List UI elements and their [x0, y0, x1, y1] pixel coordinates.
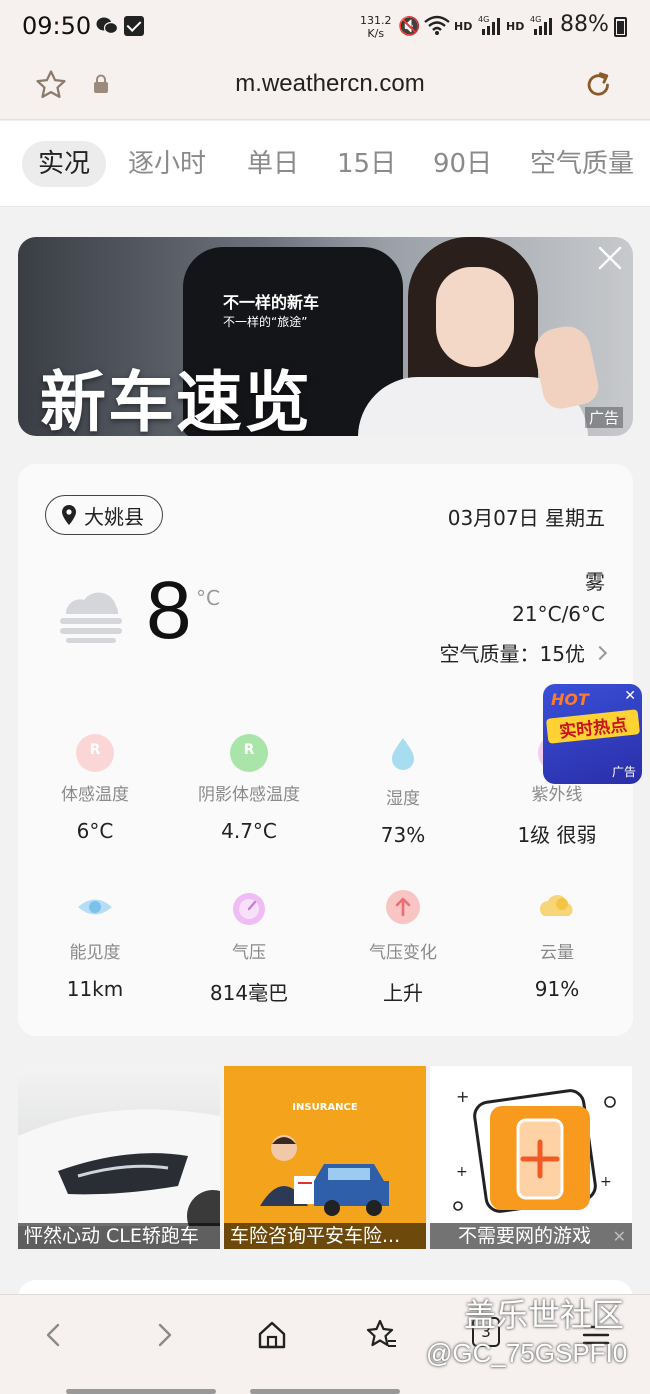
close-float-ad-icon[interactable]: ✕ [624, 688, 636, 704]
location-button[interactable]: 大姚县 [45, 495, 163, 535]
metric-pressure-change: 气压变化 上升 [326, 888, 480, 1006]
game-app-illustration: + + + [453, 1087, 616, 1213]
insurance-illustration [260, 1135, 389, 1216]
tab-15day[interactable]: 15日 [337, 141, 396, 187]
tab-daily[interactable]: 单日 [247, 141, 299, 187]
pressure-up-icon [386, 890, 420, 924]
lock-icon[interactable] [92, 74, 110, 94]
cloud-cover-icon [539, 894, 573, 916]
air-quality-link[interactable]: 空气质量：15优 [439, 638, 608, 667]
ad-tile-game[interactable]: + + + 不需要网的游戏 ✕ [430, 1066, 632, 1249]
battery-icon [614, 17, 627, 37]
tab-live[interactable]: 实况 [22, 141, 107, 187]
hot-ad-title: HOT [551, 690, 589, 709]
hot-news-float-ad[interactable]: HOT 实时热点 ✕ 广告 [543, 684, 642, 784]
model-image [348, 237, 608, 436]
reload-icon[interactable] [582, 68, 616, 102]
address-bar: m.weathercn.com [0, 56, 650, 120]
ad-tile-car[interactable]: 怦然心动 CLE轿跑车 [18, 1066, 220, 1249]
network-speed: 131.2 K/s [360, 14, 392, 40]
shade-feels-like-icon: R [230, 734, 268, 772]
tab-90day[interactable]: 90日 [433, 141, 492, 187]
watermark-user: @GC_75GSPFI0 [426, 1338, 628, 1368]
svg-text:4G: 4G [478, 15, 489, 24]
weather-tabs: 实况 逐小时 单日 15日 90日 空气质量 [0, 121, 650, 207]
metric-humidity: 湿度 73% [326, 734, 480, 847]
signal-4g-icon: 4G [478, 15, 500, 35]
url-field[interactable]: m.weathercn.com [160, 70, 500, 98]
wechat-icon [96, 17, 118, 35]
banner-ad-line2: 不一样的“旅途” [223, 315, 308, 329]
metric-pressure: 气压 814毫巴 [172, 888, 326, 1006]
feels-like-icon: R [76, 734, 114, 772]
air-quality-text: 空气质量：15优 [439, 642, 585, 666]
location-name: 大姚县 [84, 504, 144, 529]
watermark-community: 盖乐世社区 [464, 1296, 625, 1334]
mute-icon: 🔇 [398, 16, 421, 37]
bookmarks-icon[interactable] [360, 1315, 400, 1355]
ad-caption: 怦然心动 CLE轿跑车 [18, 1223, 220, 1249]
humidity-drop-icon [392, 738, 414, 770]
forward-icon[interactable] [144, 1315, 184, 1355]
clock: 09:50 [22, 12, 92, 40]
wifi-icon [424, 15, 450, 35]
svg-text:+: + [456, 1164, 468, 1180]
weather-condition: 雾 [585, 570, 605, 594]
hd-label: HD [454, 20, 473, 33]
location-pin-icon [62, 505, 76, 525]
close-ad-tile-icon[interactable]: ✕ [613, 1227, 626, 1246]
battery-percent: 88% [560, 12, 609, 37]
current-temperature: 8 [146, 565, 192, 656]
banner-ad-line1: 不一样的新车 [223, 293, 320, 312]
home-icon[interactable] [252, 1315, 292, 1355]
hot-ad-label: 广告 [611, 765, 636, 779]
car-headlight-image [18, 1109, 220, 1226]
temperature-range: 21°C/6°C [512, 602, 605, 626]
chevron-right-icon [592, 645, 608, 660]
metric-visibility: 能见度 11km [18, 888, 172, 1001]
banner-ad[interactable]: 不一样的新车 不一样的“旅途” 新车速览 广告 [18, 237, 633, 436]
ad-label: 广告 [584, 407, 623, 428]
metric-shade-feels-like: R 阴影体感温度 4.7°C [172, 734, 326, 843]
svg-text:+: + [600, 1174, 612, 1190]
svg-text:+: + [456, 1087, 469, 1106]
tab-hourly[interactable]: 逐小时 [128, 141, 206, 187]
temperature-unit: °C [196, 586, 220, 610]
tab-air-quality[interactable]: 空气质量 [530, 141, 634, 187]
insurance-image-text: INSURANCE [292, 1102, 358, 1113]
banner-ad-headline: 新车速览 [40, 364, 312, 436]
task-check-icon [124, 16, 144, 36]
status-bar: 09:50 131.2 K/s 🔇 HD 4G HD 4G 88% [0, 0, 650, 56]
svg-text:4G: 4G [530, 15, 541, 24]
gesture-bar [66, 1379, 586, 1394]
metric-cloud-cover: 云量 91% [480, 888, 634, 1001]
ad-caption: 车险咨询平安车险... [224, 1223, 426, 1249]
pressure-gauge-icon [233, 893, 265, 925]
metric-feels-like: R 体感温度 6°C [18, 734, 172, 843]
back-icon[interactable] [34, 1315, 74, 1355]
ad-tile-insurance[interactable]: INSURANCE 车险咨询平安车险... [224, 1066, 426, 1249]
bookmark-star-icon[interactable] [34, 68, 68, 102]
hd-label-2: HD [506, 20, 525, 33]
hot-ad-text: 实时热点 [545, 709, 641, 744]
fog-cloud-icon [60, 592, 122, 643]
ad-caption: 不需要网的游戏 [430, 1223, 632, 1249]
visibility-eye-icon [78, 899, 112, 915]
close-ad-icon[interactable] [595, 243, 625, 273]
signal-4g-icon-2: 4G [530, 15, 552, 35]
date-label: 03月07日 星期五 [447, 506, 605, 530]
weather-card: 大姚县 03月07日 星期五 8 °C 雾 21°C/6°C 空气质量：15优 … [18, 464, 633, 1036]
